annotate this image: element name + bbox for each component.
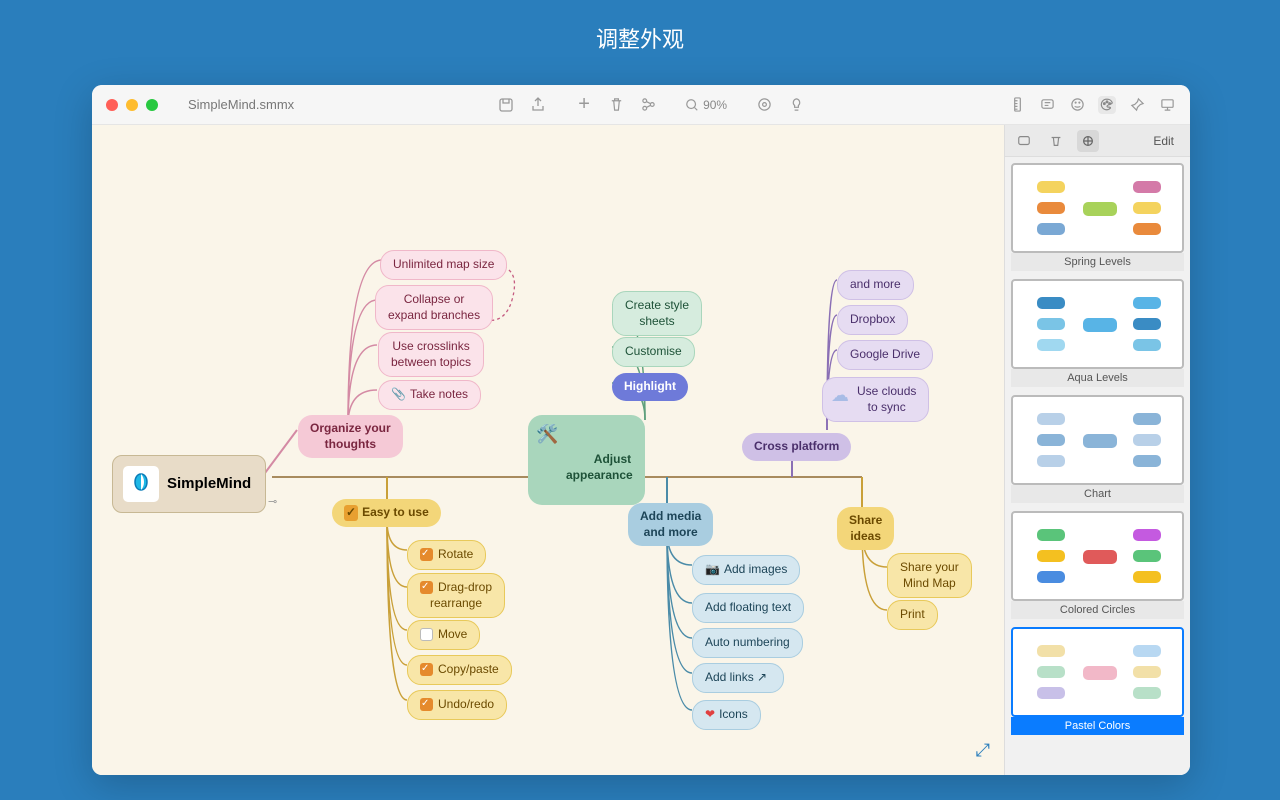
root-node[interactable]: SimpleMind xyxy=(112,455,266,513)
node-easy-to-use[interactable]: ✓Easy to use xyxy=(332,499,441,527)
theme-label: Chart xyxy=(1011,485,1184,503)
target-icon[interactable] xyxy=(755,96,773,114)
node-floating-text[interactable]: Add floating text xyxy=(692,593,804,623)
bulb-icon[interactable] xyxy=(787,96,805,114)
note-icon[interactable] xyxy=(1038,96,1056,114)
page-heading: 调整外观 xyxy=(0,0,1280,72)
node-move[interactable]: Move xyxy=(407,620,480,650)
node-unlimited-map[interactable]: Unlimited map size xyxy=(380,250,507,280)
sidebar-toolbar: Edit xyxy=(1005,125,1190,157)
checkbox-checked-icon xyxy=(420,581,433,594)
themes-list[interactable]: Spring Levels Aqua Levels Chart Colored … xyxy=(1005,157,1190,775)
node-print[interactable]: Print xyxy=(887,600,938,630)
cloud-icon: ☁ xyxy=(831,384,849,407)
trash-tab-icon[interactable] xyxy=(1045,130,1067,152)
camera-icon: 📷 xyxy=(705,562,720,578)
pin-icon[interactable] xyxy=(1128,96,1146,114)
theme-preview xyxy=(1011,163,1184,253)
maximize-button[interactable] xyxy=(146,99,158,111)
node-auto-numbering[interactable]: Auto numbering xyxy=(692,628,803,658)
save-icon[interactable] xyxy=(497,96,515,114)
connect-icon[interactable] xyxy=(639,96,657,114)
node-organize[interactable]: Organize your thoughts xyxy=(298,415,403,458)
theme-preview xyxy=(1011,627,1184,717)
window-controls xyxy=(106,99,158,111)
app-logo-icon xyxy=(123,466,159,502)
node-dropbox[interactable]: Dropbox xyxy=(837,305,908,335)
theme-label: Spring Levels xyxy=(1011,253,1184,271)
node-copypaste[interactable]: Copy/paste xyxy=(407,655,512,685)
node-googledrive[interactable]: Google Drive xyxy=(837,340,933,370)
node-cross-platform[interactable]: Cross platform xyxy=(742,433,851,461)
theme-label: Colored Circles xyxy=(1011,601,1184,619)
node-add-links[interactable]: Add links ↗ xyxy=(692,663,784,693)
theme-preview xyxy=(1011,511,1184,601)
checkbox-checked-icon xyxy=(420,548,433,561)
check-badge-icon: ✓ xyxy=(344,505,358,521)
emoji-icon[interactable] xyxy=(1068,96,1086,114)
node-rotate[interactable]: Rotate xyxy=(407,540,486,570)
checkbox-checked-icon xyxy=(420,698,433,711)
node-adjust-appearance[interactable]: 🛠️ Adjust appearance xyxy=(528,415,645,505)
node-add-images[interactable]: 📷Add images xyxy=(692,555,800,585)
trash-icon[interactable] xyxy=(607,96,625,114)
node-share-mindmap[interactable]: Share your Mind Map xyxy=(887,553,972,598)
node-stylesheets[interactable]: Create style sheets xyxy=(612,291,702,336)
zoom-control[interactable]: 90% xyxy=(685,98,727,112)
node-add-media[interactable]: Add media and more xyxy=(628,503,713,546)
node-collapse-expand[interactable]: Collapse or expand branches xyxy=(375,285,493,330)
theme-label: Pastel Colors xyxy=(1011,717,1184,735)
node-take-notes[interactable]: 📎Take notes xyxy=(378,380,481,410)
theme-preview xyxy=(1011,279,1184,369)
paperclip-icon: 📎 xyxy=(391,387,406,403)
edit-button[interactable]: Edit xyxy=(1145,132,1182,150)
node-dragdrop[interactable]: Drag-drop rearrange xyxy=(407,573,505,618)
theme-card-chart[interactable]: Chart xyxy=(1011,395,1184,503)
node-highlight[interactable]: Highlight xyxy=(612,373,688,401)
node-share-ideas[interactable]: Share ideas xyxy=(837,507,894,550)
node-icons[interactable]: ❤Icons xyxy=(692,700,761,730)
tools-icon: 🛠️ xyxy=(536,423,558,446)
app-window: SimpleMind.smmx + 90% xyxy=(92,85,1190,775)
themes-tab-icon[interactable] xyxy=(1077,130,1099,152)
ruler-icon[interactable] xyxy=(1008,96,1026,114)
themes-sidebar: Edit Spring Levels Aqua Levels Chart C xyxy=(1004,125,1190,775)
checkbox-empty-icon xyxy=(420,628,433,641)
theme-card-spring-levels[interactable]: Spring Levels xyxy=(1011,163,1184,271)
heart-icon: ❤ xyxy=(705,707,715,723)
theme-card-colored-circles[interactable]: Colored Circles xyxy=(1011,511,1184,619)
node-andmore[interactable]: and more xyxy=(837,270,914,300)
node-clouds-sync[interactable]: ☁Use clouds to sync xyxy=(822,377,929,422)
close-button[interactable] xyxy=(106,99,118,111)
titlebar: SimpleMind.smmx + 90% xyxy=(92,85,1190,125)
fullscreen-icon[interactable]: ⤢ xyxy=(976,740,990,761)
node-customise[interactable]: Customise xyxy=(612,337,695,367)
document-title: SimpleMind.smmx xyxy=(188,97,294,112)
theme-label: Aqua Levels xyxy=(1011,369,1184,387)
external-link-icon: ↗ xyxy=(757,670,767,686)
theme-card-pastel-colors[interactable]: Pastel Colors xyxy=(1011,627,1184,735)
mindmap-canvas[interactable]: SimpleMind ⊸ Organize your thoughts Unli… xyxy=(92,125,1004,775)
note-tab-icon[interactable] xyxy=(1013,130,1035,152)
checkbox-checked-icon xyxy=(420,663,433,676)
theme-card-aqua-levels[interactable]: Aqua Levels xyxy=(1011,279,1184,387)
collapse-indicator[interactable]: ⊸ xyxy=(268,495,277,508)
node-undoredo[interactable]: Undo/redo xyxy=(407,690,507,720)
add-icon[interactable]: + xyxy=(575,96,593,114)
node-crosslinks[interactable]: Use crosslinks between topics xyxy=(378,332,484,377)
theme-preview xyxy=(1011,395,1184,485)
share-icon[interactable] xyxy=(529,96,547,114)
minimize-button[interactable] xyxy=(126,99,138,111)
presentation-icon[interactable] xyxy=(1158,96,1176,114)
palette-icon[interactable] xyxy=(1098,96,1116,114)
